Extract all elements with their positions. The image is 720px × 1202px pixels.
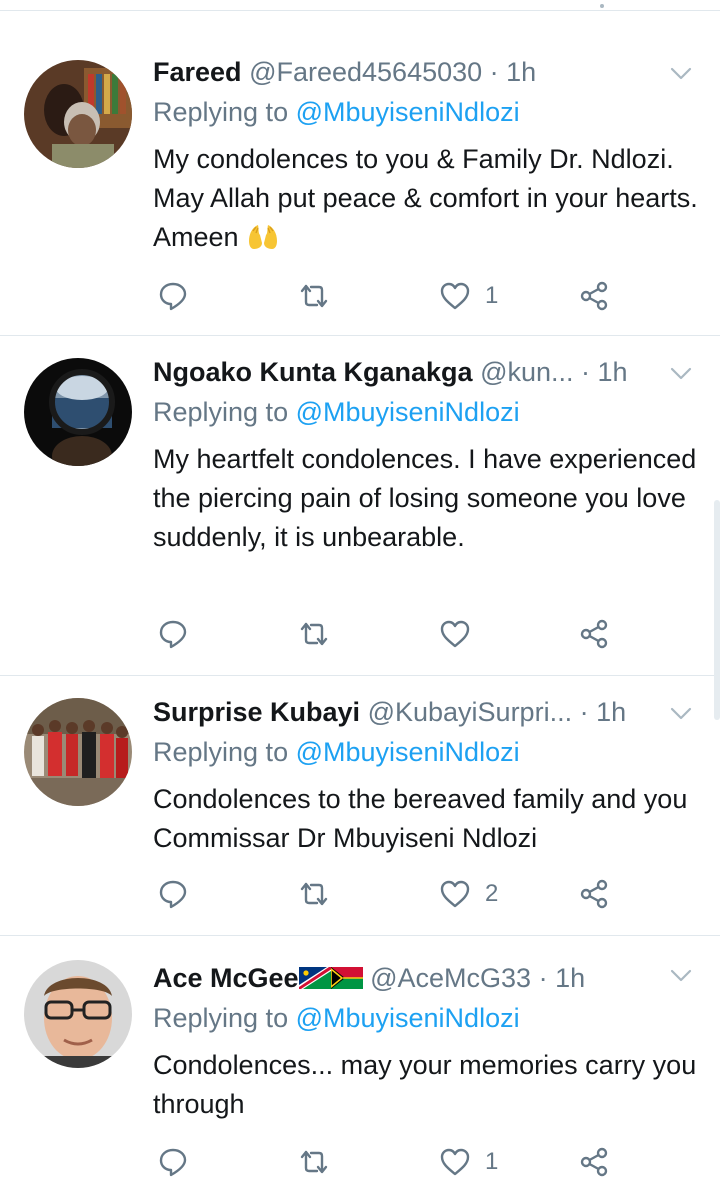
separator: · — [573, 357, 598, 387]
tweet-actions: 1 — [0, 1142, 720, 1182]
replying-to-label: Replying to — [153, 1003, 296, 1033]
timestamp[interactable]: 1h — [596, 697, 626, 727]
tweet-text: My condolences to you & Family Dr. Ndloz… — [153, 140, 705, 257]
namibia-flag — [298, 967, 331, 989]
reply-icon — [159, 620, 187, 649]
like-button[interactable]: 1 — [439, 276, 498, 316]
reply-button[interactable] — [157, 276, 189, 316]
share-icon — [580, 879, 608, 909]
share-button[interactable] — [578, 1142, 610, 1182]
chevron-down-icon[interactable] — [668, 60, 694, 86]
tweet-actions: 1 — [0, 276, 720, 316]
tweet[interactable]: Fareed @Fareed45645030 · 1h Replying to … — [0, 36, 720, 336]
reply-button[interactable] — [157, 614, 189, 654]
reply-button[interactable] — [157, 874, 189, 914]
like-icon — [440, 1148, 470, 1176]
share-button[interactable] — [578, 874, 610, 914]
like-count: 1 — [485, 282, 499, 309]
replying-to-label: Replying to — [153, 97, 296, 127]
reply-icon — [159, 1148, 187, 1177]
tweet-header: Ngoako Kunta Kganakga @kun... · 1h — [153, 354, 632, 390]
tweet-actions: 2 — [0, 874, 720, 914]
mention-link[interactable]: @MbuyiseniNdlozi — [296, 397, 520, 427]
retweet-button[interactable] — [298, 874, 330, 914]
vanuatu-flag — [330, 967, 363, 989]
tweet-text-body: Condolences to the bereaved family and y… — [153, 784, 688, 853]
replying-to: Replying to @MbuyiseniNdlozi — [153, 394, 520, 430]
separator: · — [531, 963, 556, 993]
mention-link[interactable]: @MbuyiseniNdlozi — [296, 97, 520, 127]
display-name[interactable]: Ngoako Kunta Kganakga — [153, 357, 473, 387]
tweet[interactable]: Surprise Kubayi @KubayiSurpri... · 1h Re… — [0, 676, 720, 936]
user-handle[interactable]: @kun... — [480, 357, 573, 387]
timestamp[interactable]: 1h — [555, 963, 585, 993]
retweet-button[interactable] — [298, 1142, 330, 1182]
avatar[interactable] — [24, 698, 132, 806]
tweet[interactable]: Ngoako Kunta Kganakga @kun... · 1h Reply… — [0, 336, 720, 676]
like-button[interactable]: 1 — [439, 1142, 498, 1182]
avatar[interactable] — [24, 960, 132, 1068]
tweet-header: Surprise Kubayi @KubayiSurpri... · 1h — [153, 694, 632, 730]
tweet-text-body: My heartfelt condolences. I have experie… — [153, 444, 697, 552]
tweet-header: Ace McGee @AceMcG33 · 1h — [153, 960, 632, 996]
replying-to: Replying to @MbuyiseniNdlozi — [153, 94, 520, 130]
timestamp[interactable]: 1h — [598, 357, 628, 387]
avatar[interactable] — [24, 358, 132, 466]
chevron-down-icon[interactable] — [668, 700, 694, 726]
display-name[interactable]: Fareed — [153, 57, 242, 87]
separator: · — [482, 57, 507, 87]
open-hands-emoji — [246, 219, 280, 251]
like-icon — [440, 282, 470, 310]
timestamp[interactable]: 1h — [506, 57, 536, 87]
share-icon — [580, 1147, 608, 1177]
tweet-text: My heartfelt condolences. I have experie… — [153, 440, 705, 557]
reply-icon — [159, 880, 187, 909]
display-name[interactable]: Surprise Kubayi — [153, 697, 360, 727]
retweet-icon — [300, 284, 328, 308]
mention-link[interactable]: @MbuyiseniNdlozi — [296, 1003, 520, 1033]
retweet-button[interactable] — [298, 276, 330, 316]
user-handle[interactable]: @KubayiSurpri... — [368, 697, 573, 727]
like-count: 2 — [485, 880, 499, 907]
retweet-button[interactable] — [298, 614, 330, 654]
tweet-text-body: My condolences to you & Family Dr. Ndloz… — [153, 144, 698, 252]
divider-dot — [600, 4, 604, 8]
like-button[interactable]: 2 — [439, 874, 498, 914]
like-icon — [440, 880, 470, 908]
chevron-down-icon[interactable] — [668, 360, 694, 386]
tweet[interactable]: Ace McGee @AceMcG33 · 1h Replying to @Mb… — [0, 936, 720, 1202]
share-button[interactable] — [578, 276, 610, 316]
like-count: 1 — [485, 1148, 499, 1175]
retweet-icon — [300, 882, 328, 906]
replying-to-label: Replying to — [153, 737, 296, 767]
retweet-icon — [300, 622, 328, 646]
tweet-text: Condolences to the bereaved family and y… — [153, 780, 705, 858]
scrollbar[interactable] — [714, 500, 720, 720]
user-handle[interactable]: @AceMcG33 — [370, 963, 531, 993]
tweet-text: Condolences... may your memories carry y… — [153, 1046, 705, 1124]
user-handle[interactable]: @Fareed45645030 — [249, 57, 482, 87]
avatar[interactable] — [24, 60, 132, 168]
replying-to: Replying to @MbuyiseniNdlozi — [153, 734, 520, 770]
retweet-icon — [300, 1150, 328, 1174]
reply-icon — [159, 282, 187, 311]
previous-tweet-edge — [0, 0, 720, 11]
share-icon — [580, 281, 608, 311]
share-button[interactable] — [578, 614, 610, 654]
replying-to-label: Replying to — [153, 397, 296, 427]
like-button[interactable] — [439, 614, 485, 654]
share-icon — [580, 619, 608, 649]
tweet-header: Fareed @Fareed45645030 · 1h — [153, 54, 632, 90]
tweet-actions — [0, 614, 720, 654]
like-icon — [440, 620, 470, 648]
mention-link[interactable]: @MbuyiseniNdlozi — [296, 737, 520, 767]
reply-button[interactable] — [157, 1142, 189, 1182]
tweet-text-body: Condolences... may your memories carry y… — [153, 1050, 697, 1119]
replying-to: Replying to @MbuyiseniNdlozi — [153, 1000, 520, 1036]
separator: · — [572, 697, 597, 727]
display-name[interactable]: Ace McGee — [153, 963, 299, 993]
chevron-down-icon[interactable] — [668, 962, 694, 988]
